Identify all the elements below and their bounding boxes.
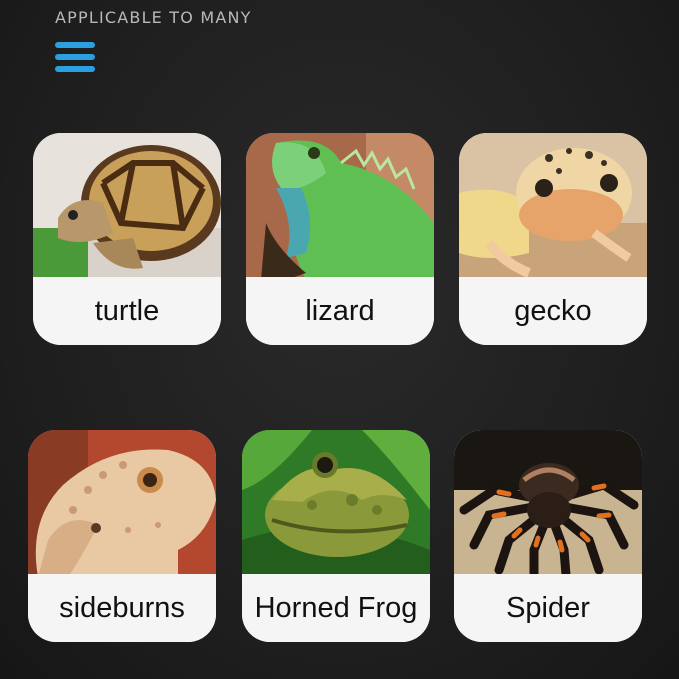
card-label: turtle <box>33 277 221 345</box>
tarantula-photo <box>454 430 642 577</box>
card-sideburns[interactable]: sideburns <box>28 430 216 642</box>
bearded-dragon-photo <box>28 430 216 577</box>
card-label: sideburns <box>28 574 216 642</box>
page-heading: APPLICABLE TO MANY <box>55 8 252 27</box>
card-gecko[interactable]: gecko <box>459 133 647 345</box>
gecko-photo <box>459 133 647 280</box>
card-label: lizard <box>246 277 434 345</box>
card-lizard[interactable]: lizard <box>246 133 434 345</box>
card-label: Spider <box>454 574 642 642</box>
card-spider[interactable]: Spider <box>454 430 642 642</box>
card-label: gecko <box>459 277 647 345</box>
horned-frog-photo <box>242 430 430 577</box>
card-turtle[interactable]: turtle <box>33 133 221 345</box>
turtle-photo <box>33 133 221 280</box>
card-horned-frog[interactable]: Horned Frog <box>242 430 430 642</box>
lizard-photo <box>246 133 434 280</box>
hamburger-menu-icon[interactable] <box>55 42 95 74</box>
card-label: Horned Frog <box>242 574 430 642</box>
